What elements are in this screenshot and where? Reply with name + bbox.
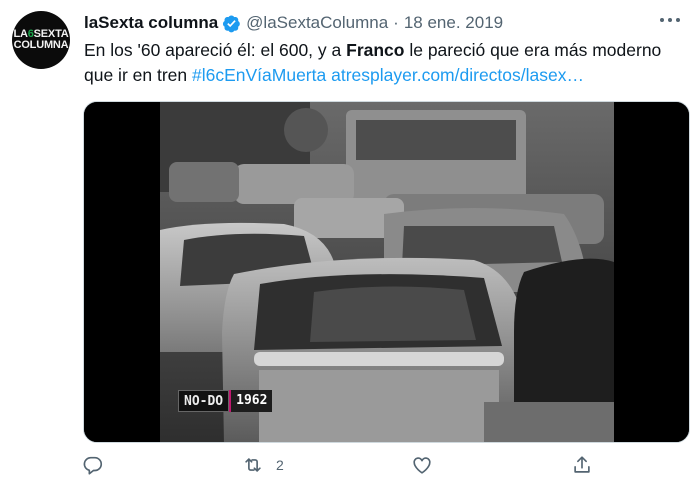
verified-badge-icon — [223, 14, 240, 32]
newsreel-badge: NO-DO 1962 — [178, 390, 273, 412]
badge-source: NO-DO — [178, 390, 230, 412]
retweet-count: 2 — [276, 457, 284, 473]
tweet-text-bold: Franco — [346, 40, 405, 60]
like-icon — [413, 457, 431, 474]
avatar[interactable]: LA6SEXTA COLUMNA — [12, 11, 70, 69]
like-button[interactable] — [411, 454, 445, 476]
more-icon[interactable] — [660, 18, 680, 24]
badge-year: 1962 — [229, 390, 273, 412]
retweet-button[interactable]: 2 — [242, 454, 284, 476]
url-link[interactable]: atresplayer.com/directos/lasex… — [331, 65, 584, 85]
retweet-icon — [245, 458, 261, 472]
hashtag-link[interactable]: #l6cEnVíaMuerta — [192, 65, 326, 85]
display-name[interactable]: laSexta columna — [84, 13, 218, 33]
action-bar: 2 — [80, 454, 610, 484]
reply-icon — [83, 456, 103, 475]
video-frame — [84, 102, 689, 442]
tweet-date[interactable]: 18 ene. 2019 — [404, 13, 503, 33]
tweet-text: En los '60 apareció él: el 600, y a Fran… — [84, 38, 674, 88]
handle[interactable]: @laSextaColumna — [246, 13, 388, 33]
share-button[interactable] — [571, 454, 593, 476]
video-player[interactable] — [83, 101, 690, 443]
tweet-header: laSexta columna @laSextaColumna · 18 ene… — [84, 12, 503, 34]
reply-button[interactable] — [82, 454, 116, 476]
separator: · — [393, 13, 399, 32]
tweet-text-part1: En los '60 apareció él: el 600, y a — [84, 40, 347, 60]
avatar-logo-line2: COLUMNA — [13, 39, 69, 51]
share-icon — [574, 456, 590, 473]
